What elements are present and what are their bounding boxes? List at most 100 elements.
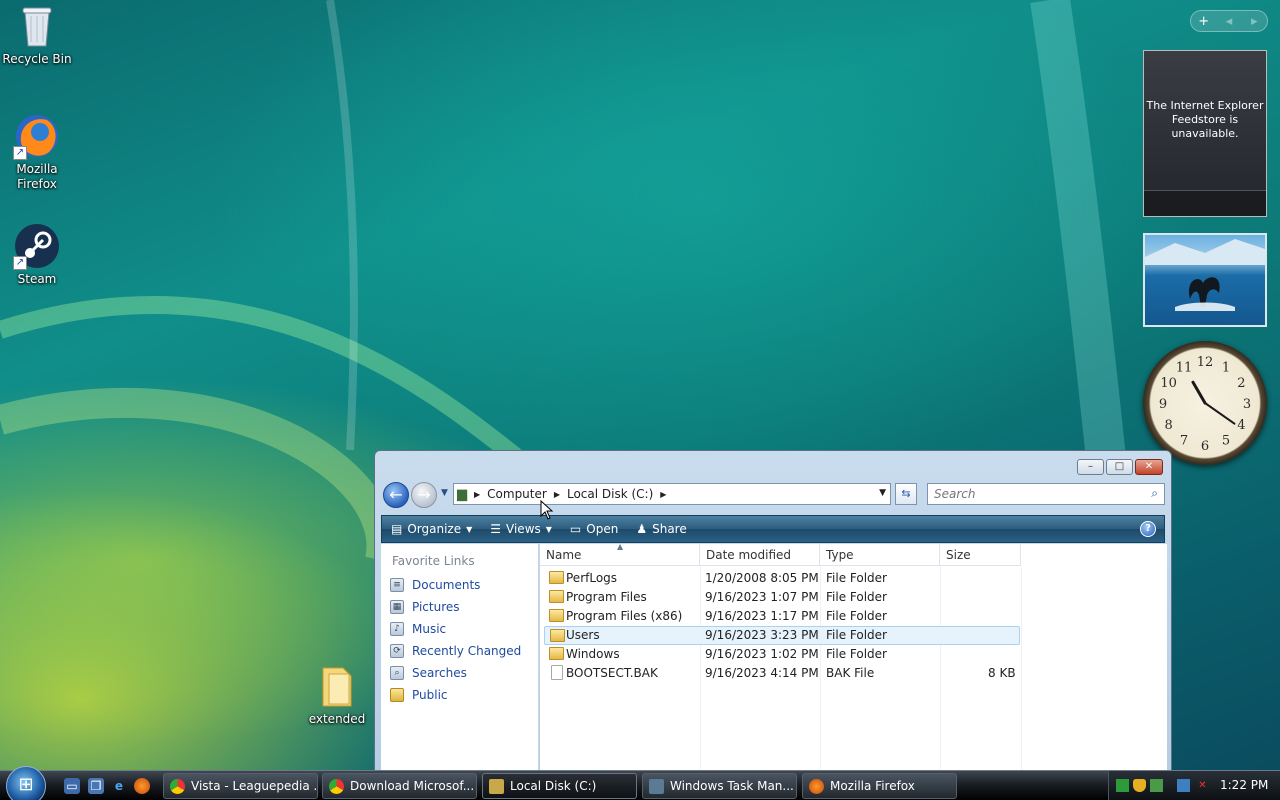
maximize-button[interactable]: □ (1106, 459, 1133, 475)
shortcut-arrow-icon: ↗ (13, 256, 27, 270)
chrome-icon (329, 778, 344, 794)
file-size: 8 KB (988, 666, 1016, 680)
clock-number: 10 (1160, 376, 1177, 391)
clock-number: 12 (1197, 355, 1214, 370)
favorite-links-heading: Favorite Links (392, 554, 475, 568)
file-name: PerfLogs (566, 571, 618, 585)
tray-app-icon[interactable] (1116, 779, 1129, 792)
views-icon: ☰ (490, 522, 502, 536)
firefox-icon: ↗ (13, 112, 61, 160)
taskbar-button-task-manager[interactable]: Windows Task Man... (642, 773, 797, 799)
forward-button[interactable]: → (411, 482, 437, 508)
desktop-icon-firefox[interactable]: ↗ Mozilla Firefox (0, 112, 74, 192)
search-icon[interactable]: ⌕ (1151, 486, 1158, 501)
address-dropdown-icon[interactable]: ▼ (879, 488, 886, 498)
column-header-name[interactable]: ▲ Name (540, 542, 700, 566)
tray-device-icon[interactable] (1150, 779, 1163, 792)
file-date: 1/20/2008 8:05 PM (705, 571, 819, 585)
favorite-link-recently-changed[interactable]: ⟳ Recently Changed (381, 640, 538, 662)
desktop-icon-steam[interactable]: ↗ Steam (0, 222, 74, 287)
favorite-link-documents[interactable]: ≡ Documents (381, 574, 538, 596)
clock-gadget[interactable]: 12 1 2 3 4 5 6 7 8 9 10 11 (1143, 341, 1267, 465)
column-header-label: Type (826, 548, 854, 562)
close-button[interactable]: ✕ (1135, 459, 1163, 475)
minimize-button[interactable]: – (1077, 459, 1104, 475)
file-type: File Folder (826, 609, 887, 623)
folder-icon (549, 590, 564, 603)
taskbar-button-vista-leaguepedia[interactable]: Vista - Leaguepedia ... (163, 773, 318, 799)
file-list: ▲ Name Date modified Type Size PerfLogs … (540, 542, 1167, 773)
file-date: 9/16/2023 1:02 PM (705, 647, 819, 661)
favorite-link-searches[interactable]: ⌕ Searches (381, 662, 538, 684)
show-desktop-icon[interactable]: ▭ (64, 778, 80, 794)
previous-page-button[interactable]: ◂ (1216, 14, 1241, 29)
add-gadget-button[interactable]: + (1191, 14, 1216, 29)
volume-muted-icon[interactable]: ✕ (1196, 779, 1209, 792)
internet-explorer-icon[interactable]: e (111, 778, 127, 794)
back-button[interactable]: ← (383, 482, 409, 508)
feed-message: The Internet Explorer (1146, 99, 1264, 112)
breadcrumb-local-disk[interactable]: Local Disk (C:) (564, 487, 656, 501)
clock-hour-hand (1191, 380, 1207, 405)
breadcrumb-computer[interactable]: Computer (484, 487, 550, 501)
documents-icon: ≡ (390, 578, 404, 592)
clock-minute-hand (1204, 402, 1236, 425)
navigation-pane: Favorite Links ≡ Documents ▦ Pictures ♪ Mus… (381, 544, 539, 773)
favorite-link-label: Music (412, 622, 447, 636)
breadcrumb-arrow-icon[interactable]: ▶ (656, 490, 670, 499)
clock-number: 6 (1201, 439, 1209, 454)
taskbar-button-local-disk[interactable]: Local Disk (C:) (482, 773, 637, 799)
breadcrumb-arrow-icon[interactable]: ▶ (470, 490, 484, 499)
table-row[interactable]: Program Files (x86) 9/16/2023 1:17 PM Fi… (544, 607, 1020, 626)
table-row[interactable]: BOOTSECT.BAK 9/16/2023 4:14 PM BAK File … (544, 664, 1020, 683)
feed-headlines-gadget[interactable]: The Internet Explorer Feedstore is unava… (1143, 50, 1267, 217)
explorer-window[interactable]: – □ ✕ ← → ▼ ▆ ▶ Computer ▶ Local Disk (C… (374, 450, 1172, 773)
recent-pages-dropdown[interactable]: ▼ (441, 488, 448, 498)
caption-buttons: – □ ✕ (1077, 459, 1163, 475)
file-date: 9/16/2023 1:07 PM (705, 590, 819, 604)
next-page-button[interactable]: ▸ (1242, 14, 1267, 29)
organize-button[interactable]: ▤ Organize ▼ (382, 516, 481, 542)
breadcrumb-arrow-icon[interactable]: ▶ (550, 490, 564, 499)
refresh-button[interactable]: ⇆ (895, 483, 917, 505)
music-icon: ♪ (390, 622, 404, 636)
desktop-icon-recycle-bin[interactable]: Recycle Bin (0, 2, 74, 67)
favorite-link-public[interactable]: Public (381, 684, 538, 706)
security-shield-icon[interactable] (1133, 779, 1146, 792)
column-header-size[interactable]: Size (940, 544, 1021, 566)
file-type: File Folder (826, 647, 887, 661)
share-icon: ♟ (636, 522, 648, 536)
table-row[interactable]: PerfLogs 1/20/2008 8:05 PM File Folder (544, 569, 1020, 588)
switch-windows-icon[interactable]: ❐ (88, 778, 104, 794)
desktop-icon-extended-folder[interactable]: extended (300, 662, 374, 727)
favorite-link-pictures[interactable]: ▦ Pictures (381, 596, 538, 618)
address-bar[interactable]: ▆ ▶ Computer ▶ Local Disk (C:) ▶ ▼ (453, 483, 891, 505)
favorite-link-music[interactable]: ♪ Music (381, 618, 538, 640)
table-row-selected[interactable]: Users 9/16/2023 3:23 PM File Folder (544, 626, 1020, 645)
taskbar: ⊞ ▭ ❐ e Vista - Leaguepedia ... Download… (0, 766, 1280, 800)
table-row[interactable]: Program Files 9/16/2023 1:07 PM File Fol… (544, 588, 1020, 607)
share-button[interactable]: ♟ Share (627, 516, 695, 542)
open-button[interactable]: ▭ Open (561, 516, 627, 542)
file-name: BOOTSECT.BAK (566, 666, 658, 680)
desktop-icon-label: Mozilla (16, 162, 58, 176)
network-icon[interactable] (1177, 779, 1190, 792)
column-header-type[interactable]: Type (820, 544, 940, 566)
folder-icon (549, 647, 564, 660)
file-date: 9/16/2023 3:23 PM (705, 628, 819, 642)
help-icon[interactable]: ? (1140, 521, 1156, 537)
computer-icon: ▆ (457, 486, 467, 502)
taskbar-button-download-microsoft[interactable]: Download Microsof... (322, 773, 477, 799)
taskbar-clock[interactable]: 1:22 PM (1220, 778, 1268, 792)
file-name: Program Files (566, 590, 647, 604)
taskbar-button-mozilla-firefox[interactable]: Mozilla Firefox (802, 773, 957, 799)
table-row[interactable]: Windows 9/16/2023 1:02 PM File Folder (544, 645, 1020, 664)
slideshow-gadget[interactable] (1143, 233, 1267, 327)
file-name: Program Files (x86) (566, 609, 683, 623)
clock-number: 3 (1243, 397, 1251, 412)
search-input[interactable]: Search ⌕ (927, 483, 1165, 505)
folder-icon (549, 571, 564, 584)
firefox-icon[interactable] (134, 778, 150, 794)
start-button[interactable]: ⊞ (6, 766, 46, 800)
column-header-date-modified[interactable]: Date modified (700, 544, 820, 566)
